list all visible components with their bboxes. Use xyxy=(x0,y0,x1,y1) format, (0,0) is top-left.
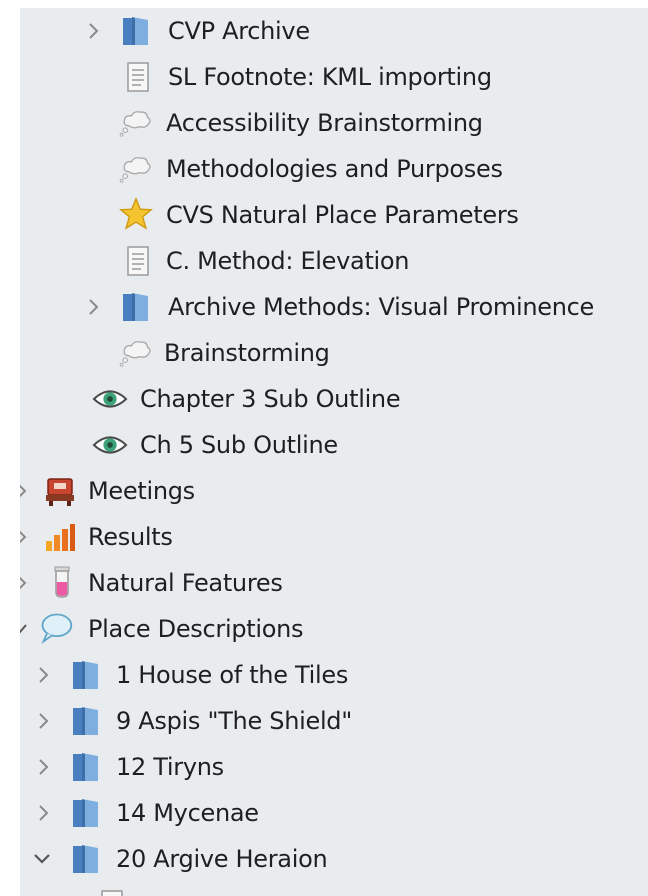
binder-panel: CVP Archive SL Footnote: KML importing A… xyxy=(20,8,648,896)
tree-item-1-house-of-the-tiles[interactable]: 1 House of the Tiles xyxy=(20,652,648,698)
bar-chart-icon xyxy=(42,519,78,555)
star-icon xyxy=(118,196,154,232)
tree-item-label: Ch 5 Sub Outline xyxy=(140,431,338,459)
speech-bubble-icon xyxy=(38,610,74,646)
folder-icon xyxy=(68,841,104,877)
tree-item-chapter-3-sub-outline[interactable]: Chapter 3 Sub Outline xyxy=(20,376,648,422)
tree-item-label: Brainstorming xyxy=(164,339,330,367)
tree-item-natural-features[interactable]: Natural Features xyxy=(20,560,648,606)
tree-item-archive-methods-visual-prominence[interactable]: Archive Methods: Visual Prominence xyxy=(20,284,648,330)
chevron-right-icon[interactable] xyxy=(20,525,32,549)
chevron-down-icon[interactable] xyxy=(32,847,52,871)
tree-item-label: Meetings xyxy=(88,477,195,505)
thought-cloud-icon xyxy=(118,105,154,141)
chevron-right-icon[interactable] xyxy=(84,19,104,43)
tree-item-label: Natural Features xyxy=(88,569,283,597)
tree-item-partial[interactable] xyxy=(20,882,648,896)
folder-icon xyxy=(118,13,154,49)
tree-item-ch-5-sub-outline[interactable]: Ch 5 Sub Outline xyxy=(20,422,648,468)
tree-item-label: C. Method: Elevation xyxy=(166,247,410,275)
tree-item-label: 12 Tiryns xyxy=(116,753,224,781)
tree-item-accessibility-brainstorming[interactable]: Accessibility Brainstorming xyxy=(20,100,648,146)
tree-item-meetings[interactable]: Meetings xyxy=(20,468,648,514)
tree-item-label: SL Footnote: KML importing xyxy=(168,63,492,91)
chevron-right-icon[interactable] xyxy=(34,801,54,825)
tree-item-label: 20 Argive Heraion xyxy=(116,845,328,873)
tree-item-14-mycenae[interactable]: 14 Mycenae xyxy=(20,790,648,836)
tree-item-label: 14 Mycenae xyxy=(116,799,259,827)
folder-icon xyxy=(68,749,104,785)
thought-cloud-icon xyxy=(118,335,154,371)
tree-item-label: CVP Archive xyxy=(168,17,310,45)
folder-icon xyxy=(118,289,154,325)
folder-icon xyxy=(68,795,104,831)
document-icon xyxy=(120,59,156,95)
tree-item-label: 1 House of the Tiles xyxy=(116,661,349,689)
tree-item-brainstorming[interactable]: Brainstorming xyxy=(20,330,648,376)
tree-item-label: Chapter 3 Sub Outline xyxy=(140,385,401,413)
thought-cloud-icon xyxy=(118,151,154,187)
chevron-right-icon[interactable] xyxy=(34,709,54,733)
chevron-right-icon[interactable] xyxy=(20,479,32,503)
tree-item-place-descriptions[interactable]: Place Descriptions xyxy=(20,606,648,652)
tree-item-label: CVS Natural Place Parameters xyxy=(166,201,519,229)
tree-item-9-aspis-the-shield[interactable]: 9 Aspis "The Shield" xyxy=(20,698,648,744)
tree-item-results[interactable]: Results xyxy=(20,514,648,560)
tree-item-label: Accessibility Brainstorming xyxy=(166,109,483,137)
tree-item-cvs-natural-place-parameters[interactable]: CVS Natural Place Parameters xyxy=(20,192,648,238)
tree-item-methodologies-and-purposes[interactable]: Methodologies and Purposes xyxy=(20,146,648,192)
chevron-down-icon[interactable] xyxy=(20,617,30,641)
tree-item-label: Archive Methods: Visual Prominence xyxy=(168,293,595,321)
tree-item-12-tiryns[interactable]: 12 Tiryns xyxy=(20,744,648,790)
tree-item-sl-footnote[interactable]: SL Footnote: KML importing xyxy=(20,54,648,100)
test-tube-icon xyxy=(44,564,80,600)
chevron-right-icon[interactable] xyxy=(84,295,104,319)
tree-item-c-method-elevation[interactable]: C. Method: Elevation xyxy=(20,238,648,284)
tree-item-label: Results xyxy=(88,523,173,551)
folder-icon xyxy=(68,703,104,739)
eye-icon xyxy=(92,381,128,417)
tree-item-label: Place Descriptions xyxy=(88,615,304,643)
folder-icon xyxy=(68,657,104,693)
chevron-right-icon[interactable] xyxy=(34,663,54,687)
tree-item-label: 9 Aspis "The Shield" xyxy=(116,707,352,735)
chevron-right-icon[interactable] xyxy=(20,571,32,595)
eye-icon xyxy=(92,427,128,463)
chevron-right-icon[interactable] xyxy=(34,755,54,779)
tree-item-20-argive-heraion[interactable]: 20 Argive Heraion xyxy=(20,836,648,882)
tree-item-cvp-archive[interactable]: CVP Archive xyxy=(20,8,648,54)
meeting-icon xyxy=(42,473,78,509)
document-icon xyxy=(120,243,156,279)
tree-item-label: Methodologies and Purposes xyxy=(166,155,503,183)
document-icon xyxy=(94,887,130,896)
